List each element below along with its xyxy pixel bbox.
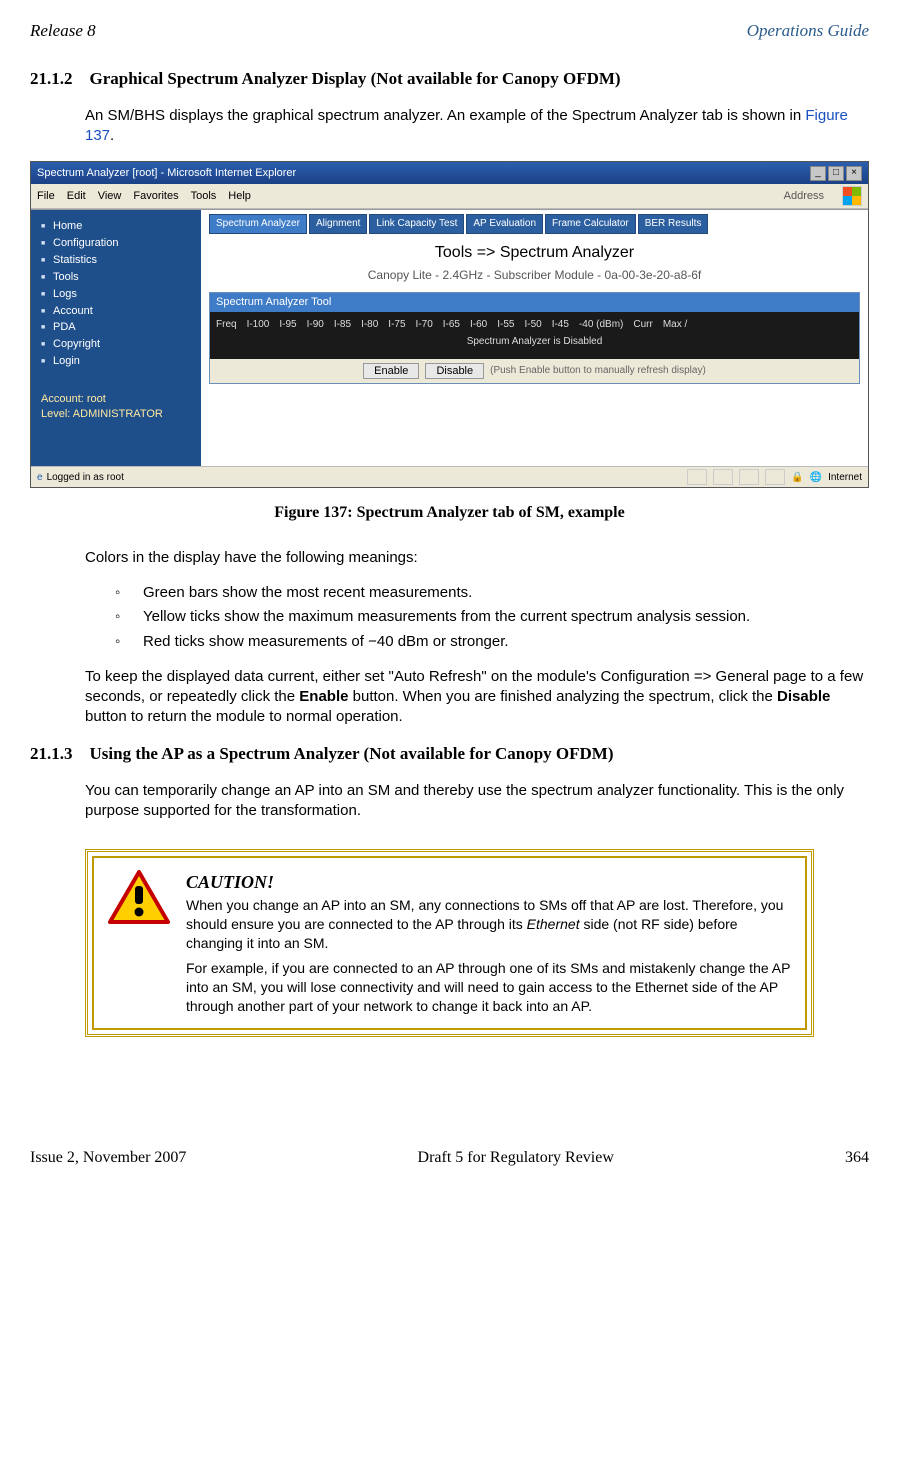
caution-icon xyxy=(108,870,170,1016)
section-number: 21.1.3 xyxy=(30,744,73,763)
section2-body: You can temporarily change an AP into an… xyxy=(85,781,869,822)
disable-button[interactable]: Disable xyxy=(425,363,484,379)
maximize-icon[interactable]: □ xyxy=(828,166,844,181)
button-row: Enable Disable (Push Enable button to ma… xyxy=(210,359,859,383)
menu-edit[interactable]: Edit xyxy=(67,189,86,204)
list-item: Red ticks show measurements of −40 dBm o… xyxy=(115,632,869,652)
sidebar-item-statistics[interactable]: Statistics xyxy=(41,252,191,269)
spectrum-table: Freq I-100 I-95 I-90 I-85 I-80 I-75 I-70… xyxy=(210,312,859,359)
status-cell xyxy=(713,469,733,485)
colors-intro: Colors in the display have the following… xyxy=(85,548,869,568)
section-21-1-2-heading: 21.1.2 Graphical Spectrum Analyzer Displ… xyxy=(30,68,869,91)
tab-alignment[interactable]: Alignment xyxy=(309,214,367,234)
tab-ber-results[interactable]: BER Results xyxy=(638,214,709,234)
disabled-message: Spectrum Analyzer is Disabled xyxy=(216,331,853,353)
device-info: Canopy Lite - 2.4GHz - Subscriber Module… xyxy=(209,267,860,283)
panel-header: Spectrum Analyzer Tool xyxy=(210,293,859,312)
address-label: Address xyxy=(784,189,824,204)
status-cell xyxy=(687,469,707,485)
app-main: Spectrum Analyzer Alignment Link Capacit… xyxy=(201,210,868,466)
section-title: Using the AP as a Spectrum Analyzer (Not… xyxy=(90,744,614,763)
caution-box: CAUTION! When you change an AP into an S… xyxy=(85,849,814,1037)
sidebar-item-home[interactable]: Home xyxy=(41,218,191,235)
lock-icon: 🔒 xyxy=(791,471,803,485)
section-21-1-3-heading: 21.1.3 Using the AP as a Spectrum Analyz… xyxy=(30,743,869,766)
window-buttons: _□× xyxy=(808,165,862,181)
tab-ap-evaluation[interactable]: AP Evaluation xyxy=(466,214,543,234)
footer-draft: Draft 5 for Regulatory Review xyxy=(418,1147,614,1169)
sidebar-item-pda[interactable]: PDA xyxy=(41,319,191,336)
sidebar-item-account[interactable]: Account xyxy=(41,303,191,320)
section-number: 21.1.2 xyxy=(30,69,73,88)
status-left: Logged in as root xyxy=(47,471,124,485)
keep-current-paragraph: To keep the displayed data current, eith… xyxy=(85,667,869,728)
spectrum-analyzer-screenshot: Spectrum Analyzer [root] - Microsoft Int… xyxy=(30,161,869,488)
header-guide: Operations Guide xyxy=(747,20,869,43)
sidebar-item-tools[interactable]: Tools xyxy=(41,269,191,286)
sidebar-item-copyright[interactable]: Copyright xyxy=(41,336,191,353)
enable-button[interactable]: Enable xyxy=(363,363,419,379)
refresh-hint: (Push Enable button to manually refresh … xyxy=(490,364,706,378)
tab-spectrum-analyzer[interactable]: Spectrum Analyzer xyxy=(209,214,307,234)
caution-p1: When you change an AP into an SM, any co… xyxy=(186,896,791,953)
tab-frame-calculator[interactable]: Frame Calculator xyxy=(545,214,636,234)
menu-help[interactable]: Help xyxy=(228,189,251,204)
footer-issue: Issue 2, November 2007 xyxy=(30,1147,186,1169)
tool-title: Tools => Spectrum Analyzer xyxy=(209,242,860,264)
spectrum-tool-panel: Spectrum Analyzer Tool Freq I-100 I-95 I… xyxy=(209,292,860,384)
status-zone: Internet xyxy=(828,471,862,485)
header-release: Release 8 xyxy=(30,20,96,43)
minimize-icon[interactable]: _ xyxy=(810,166,826,181)
status-cell xyxy=(765,469,785,485)
page-header: Release 8 Operations Guide xyxy=(30,20,869,43)
caution-p2: For example, if you are connected to an … xyxy=(186,959,791,1016)
caution-text: CAUTION! When you change an AP into an S… xyxy=(186,870,791,1016)
close-icon[interactable]: × xyxy=(846,166,862,181)
disable-bold: Disable xyxy=(777,688,830,705)
ie-menubar: File Edit View Favorites Tools Help Addr… xyxy=(31,184,868,209)
sidebar-item-configuration[interactable]: Configuration xyxy=(41,235,191,252)
section-title: Graphical Spectrum Analyzer Display (Not… xyxy=(90,69,621,88)
tab-bar: Spectrum Analyzer Alignment Link Capacit… xyxy=(209,214,860,234)
status-cell xyxy=(739,469,759,485)
page-footer: Issue 2, November 2007 Draft 5 for Regul… xyxy=(30,1147,869,1169)
menu-tools[interactable]: Tools xyxy=(191,189,217,204)
section1-intro: An SM/BHS displays the graphical spectru… xyxy=(85,106,869,147)
menu-view[interactable]: View xyxy=(98,189,122,204)
list-item: Green bars show the most recent measurem… xyxy=(115,583,869,603)
sidebar-item-login[interactable]: Login xyxy=(41,353,191,370)
app-sidebar: Home Configuration Statistics Tools Logs… xyxy=(31,210,201,466)
caution-title: CAUTION! xyxy=(186,870,791,894)
windows-logo-icon xyxy=(842,186,862,206)
footer-page-number: 364 xyxy=(845,1147,869,1169)
sidebar-item-logs[interactable]: Logs xyxy=(41,286,191,303)
spectrum-header-row: Freq I-100 I-95 I-90 I-85 I-80 I-75 I-70… xyxy=(216,318,853,332)
window-title: Spectrum Analyzer [root] - Microsoft Int… xyxy=(37,166,296,181)
menu-file[interactable]: File xyxy=(37,189,55,204)
ie-status-bar: e Logged in as root 🔒 🌐 Internet xyxy=(31,466,868,487)
tab-link-capacity[interactable]: Link Capacity Test xyxy=(369,214,464,234)
internet-zone-icon: 🌐 xyxy=(810,471,822,485)
enable-bold: Enable xyxy=(299,688,348,705)
ie-icon: e xyxy=(37,471,43,485)
color-meaning-list: Green bars show the most recent measurem… xyxy=(115,583,869,652)
figure-caption: Figure 137: Spectrum Analyzer tab of SM,… xyxy=(30,502,869,524)
list-item: Yellow ticks show the maximum measuremen… xyxy=(115,607,869,627)
account-info: Account: root Level: ADMINISTRATOR xyxy=(41,392,191,422)
menu-favorites[interactable]: Favorites xyxy=(133,189,178,204)
window-titlebar: Spectrum Analyzer [root] - Microsoft Int… xyxy=(31,162,868,184)
